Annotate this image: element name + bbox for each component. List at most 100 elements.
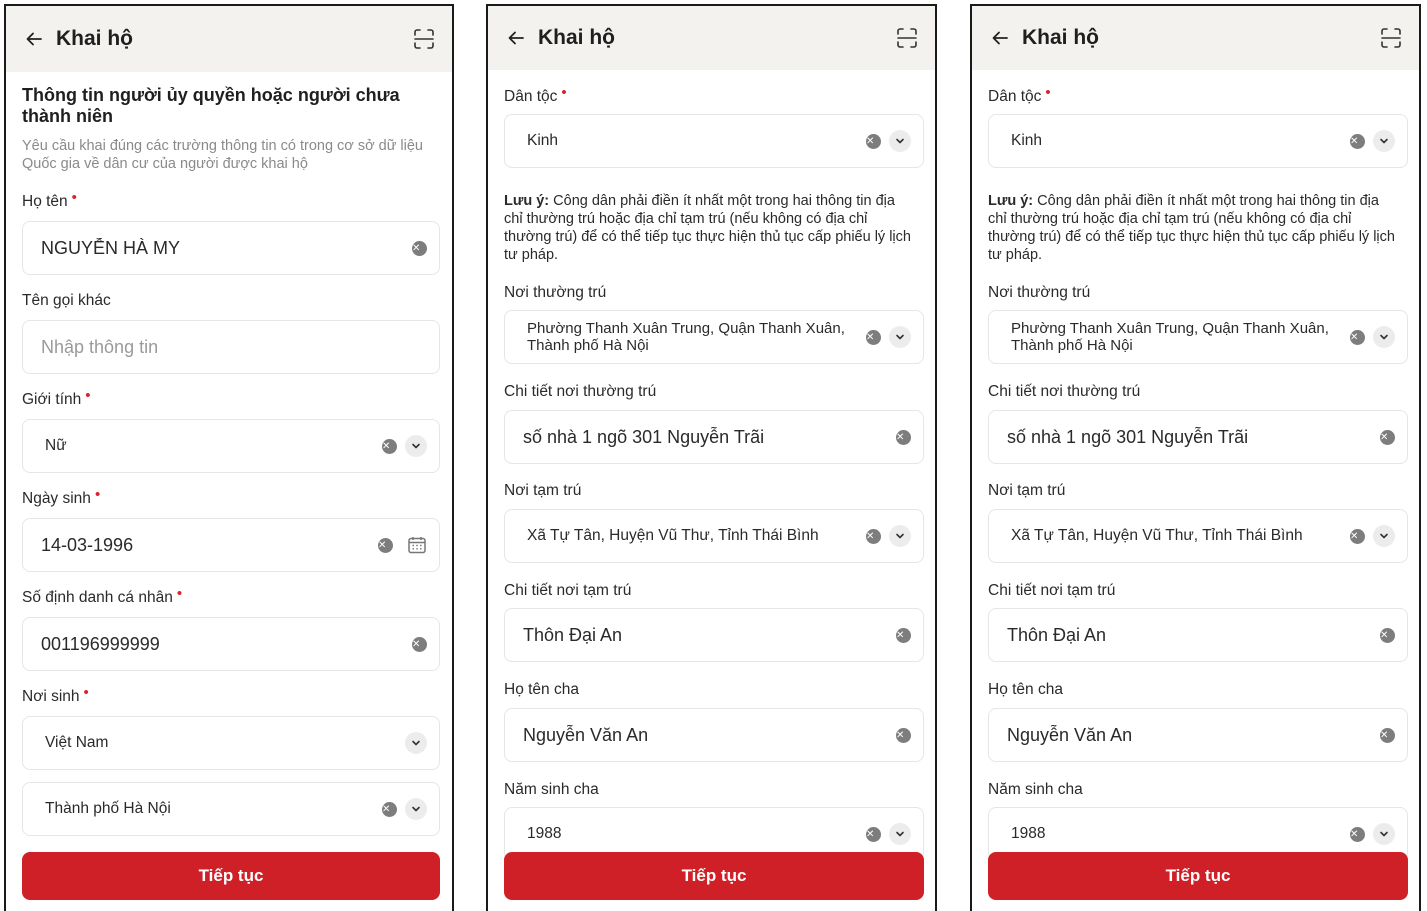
label-noi-sinh: Nơi sinh • bbox=[22, 684, 89, 705]
dan-toc-select[interactable]: Kinh ✕ bbox=[988, 114, 1408, 168]
continue-button[interactable]: Tiếp tục bbox=[22, 852, 440, 900]
chi-tiet-tam-tru-input[interactable]: Thôn Đại An ✕ bbox=[988, 608, 1408, 662]
chevron-down-icon[interactable] bbox=[1373, 326, 1395, 348]
clear-icon[interactable]: ✕ bbox=[382, 801, 397, 817]
clear-icon[interactable]: ✕ bbox=[866, 329, 881, 345]
chevron-down-icon[interactable] bbox=[889, 130, 911, 152]
noi-tam-tru-select[interactable]: Xã Tự Tân, Huyện Vũ Thư, Tỉnh Thái Bình … bbox=[504, 509, 924, 563]
noi-thuong-tru-value: Phường Thanh Xuân Trung, Quận Thanh Xuân… bbox=[1011, 320, 1329, 354]
chi-tiet-thuong-tru-value: số nhà 1 ngõ 301 Nguyễn Trãi bbox=[1007, 426, 1249, 447]
label-ho-ten-cha: Họ tên cha bbox=[504, 681, 579, 698]
clear-icon[interactable]: ✕ bbox=[866, 133, 881, 149]
ho-ten-cha-input[interactable]: Nguyễn Văn An ✕ bbox=[988, 708, 1408, 762]
ten-goi-khac-input[interactable]: Nhập thông tin bbox=[22, 320, 440, 374]
label-chi-tiet-tam-tru: Chi tiết nơi tạm trú bbox=[988, 582, 1116, 599]
label-noi-thuong-tru: Nơi thường trú bbox=[504, 284, 607, 301]
noi-thuong-tru-select[interactable]: Phường Thanh Xuân Trung, Quận Thanh Xuân… bbox=[504, 310, 924, 364]
clear-icon[interactable]: ✕ bbox=[1380, 429, 1395, 445]
clear-icon[interactable]: ✕ bbox=[412, 240, 427, 256]
label-chi-tiet-tam-tru: Chi tiết nơi tạm trú bbox=[504, 582, 632, 599]
chi-tiet-tam-tru-input[interactable]: Thôn Đại An ✕ bbox=[504, 608, 924, 662]
calendar-icon[interactable] bbox=[407, 535, 427, 555]
app-header: Khai hộ bbox=[6, 6, 452, 72]
page-title: Khai hộ bbox=[538, 26, 615, 49]
chevron-down-icon[interactable] bbox=[889, 525, 911, 547]
so-dinh-danh-input[interactable]: 001196999999 ✕ bbox=[22, 617, 440, 671]
ten-goi-khac-placeholder: Nhập thông tin bbox=[41, 336, 159, 357]
dan-toc-select[interactable]: Kinh ✕ bbox=[504, 114, 924, 168]
ho-ten-value: NGUYỄN HÀ MY bbox=[41, 237, 181, 258]
clear-icon[interactable]: ✕ bbox=[1350, 528, 1365, 544]
clear-icon[interactable]: ✕ bbox=[378, 537, 393, 553]
section-title: Thông tin người ủy quyền hoặc người chưa… bbox=[22, 85, 400, 126]
label-dan-toc: Dân tộc • bbox=[988, 84, 1051, 105]
clear-icon[interactable]: ✕ bbox=[382, 438, 397, 454]
back-button[interactable] bbox=[506, 28, 526, 48]
page-title: Khai hộ bbox=[56, 27, 133, 50]
chevron-down-icon[interactable] bbox=[889, 326, 911, 348]
clear-icon[interactable]: ✕ bbox=[1350, 826, 1365, 842]
label-chi-tiet-thuong-tru: Chi tiết nơi thường trú bbox=[504, 383, 657, 400]
scan-icon bbox=[414, 29, 434, 49]
back-button[interactable] bbox=[24, 29, 44, 49]
dan-toc-value: Kinh bbox=[527, 132, 559, 149]
label-chi-tiet-thuong-tru: Chi tiết nơi thường trú bbox=[988, 383, 1141, 400]
clear-icon[interactable]: ✕ bbox=[1380, 727, 1395, 743]
ngay-sinh-input[interactable]: 14-03-1996 ✕ bbox=[22, 518, 440, 572]
chevron-down-icon[interactable] bbox=[405, 798, 427, 820]
scan-icon bbox=[1381, 28, 1401, 48]
continue-button[interactable]: Tiếp tục bbox=[504, 852, 924, 900]
label-gioi-tinh: Giới tính • bbox=[22, 387, 91, 408]
noi-tam-tru-select[interactable]: Xã Tự Tân, Huyện Vũ Thư, Tỉnh Thái Bình … bbox=[988, 509, 1408, 563]
app-header: Khai hộ bbox=[488, 6, 935, 70]
ho-ten-cha-value: Nguyễn Văn An bbox=[1007, 724, 1133, 745]
label-dan-toc: Dân tộc • bbox=[504, 84, 567, 105]
nam-sinh-cha-value: 1988 bbox=[1011, 825, 1046, 842]
ho-ten-input[interactable]: NGUYỄN HÀ MY ✕ bbox=[22, 221, 440, 275]
chevron-down-icon[interactable] bbox=[405, 435, 427, 457]
noi-sinh-province-select[interactable]: Thành phố Hà Nội ✕ bbox=[22, 782, 440, 836]
chevron-down-icon[interactable] bbox=[405, 732, 427, 754]
gioi-tinh-value: Nữ bbox=[45, 437, 67, 454]
continue-button[interactable]: Tiếp tục bbox=[988, 852, 1408, 900]
back-button[interactable] bbox=[990, 28, 1010, 48]
back-arrow-icon bbox=[992, 31, 1008, 45]
clear-icon[interactable]: ✕ bbox=[1350, 133, 1365, 149]
form-content: Dân tộc • Kinh ✕ Lưu ý: Công dân phải điề… bbox=[488, 70, 935, 911]
screen-khai-ho-2: Khai hộ Dân tộc • Kinh ✕ Lưu ý: Công dân … bbox=[486, 4, 937, 911]
ngay-sinh-value: 14-03-1996 bbox=[41, 534, 134, 555]
noi-sinh-country-select[interactable]: Việt Nam bbox=[22, 716, 440, 770]
noi-sinh-province-value: Thành phố Hà Nội bbox=[45, 800, 171, 817]
address-note: Lưu ý: Công dân phải điền ít nhất một tr… bbox=[988, 193, 1395, 263]
scan-button[interactable] bbox=[412, 27, 436, 51]
scan-icon bbox=[897, 28, 917, 48]
clear-icon[interactable]: ✕ bbox=[896, 627, 911, 643]
chevron-down-icon[interactable] bbox=[1373, 525, 1395, 547]
clear-icon[interactable]: ✕ bbox=[1380, 627, 1395, 643]
form-content: Dân tộc • Kinh ✕ Lưu ý: Công dân phải điề… bbox=[972, 70, 1419, 911]
back-arrow-icon bbox=[508, 31, 524, 45]
label-ngay-sinh: Ngày sinh • bbox=[22, 486, 101, 507]
chi-tiet-thuong-tru-input[interactable]: số nhà 1 ngõ 301 Nguyễn Trãi ✕ bbox=[988, 410, 1408, 464]
clear-icon[interactable]: ✕ bbox=[866, 528, 881, 544]
back-arrow-icon bbox=[26, 32, 42, 46]
noi-thuong-tru-select[interactable]: Phường Thanh Xuân Trung, Quận Thanh Xuân… bbox=[988, 310, 1408, 364]
chi-tiet-tam-tru-value: Thôn Đại An bbox=[523, 624, 623, 645]
app-header: Khai hộ bbox=[972, 6, 1419, 70]
ho-ten-cha-input[interactable]: Nguyễn Văn An ✕ bbox=[504, 708, 924, 762]
clear-icon[interactable]: ✕ bbox=[896, 727, 911, 743]
gioi-tinh-select[interactable]: Nữ ✕ bbox=[22, 419, 440, 473]
clear-icon[interactable]: ✕ bbox=[896, 429, 911, 445]
chevron-down-icon[interactable] bbox=[889, 823, 911, 845]
noi-thuong-tru-value: Phường Thanh Xuân Trung, Quận Thanh Xuân… bbox=[527, 320, 845, 354]
chi-tiet-thuong-tru-value: số nhà 1 ngõ 301 Nguyễn Trãi bbox=[523, 426, 765, 447]
clear-icon[interactable]: ✕ bbox=[866, 826, 881, 842]
chevron-down-icon[interactable] bbox=[1373, 130, 1395, 152]
chi-tiet-thuong-tru-input[interactable]: số nhà 1 ngõ 301 Nguyễn Trãi ✕ bbox=[504, 410, 924, 464]
clear-icon[interactable]: ✕ bbox=[412, 636, 427, 652]
scan-button[interactable] bbox=[1379, 26, 1403, 50]
label-ten-goi-khac: Tên gọi khác bbox=[22, 292, 111, 309]
scan-button[interactable] bbox=[895, 26, 919, 50]
chevron-down-icon[interactable] bbox=[1373, 823, 1395, 845]
clear-icon[interactable]: ✕ bbox=[1350, 329, 1365, 345]
